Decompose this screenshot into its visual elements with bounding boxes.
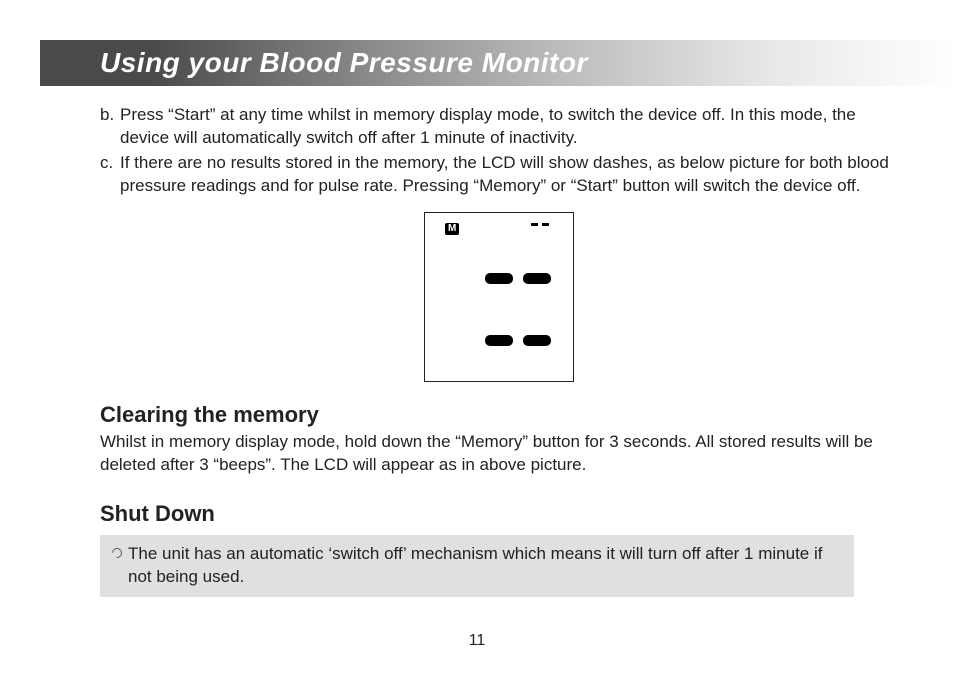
lcd-top-dashes: [531, 223, 549, 226]
list-marker: b.: [100, 104, 120, 150]
header-band: Using your Blood Pressure Monitor: [40, 40, 954, 86]
dash-icon: [485, 273, 513, 284]
dash-icon: [531, 223, 538, 226]
dash-icon: [542, 223, 549, 226]
list-text: Press “Start” at any time whilst in memo…: [120, 104, 898, 150]
section-text-clearing: Whilst in memory display mode, hold down…: [100, 431, 898, 477]
list-item: b. Press “Start” at any time whilst in m…: [100, 104, 898, 150]
section-heading-clearing: Clearing the memory: [100, 400, 898, 430]
page-number: 11: [0, 632, 954, 650]
content-area: b. Press “Start” at any time whilst in m…: [100, 104, 898, 597]
dash-icon: [485, 335, 513, 346]
page-title: Using your Blood Pressure Monitor: [100, 47, 588, 79]
dash-icon: [523, 273, 551, 284]
dash-icon: [523, 335, 551, 346]
list-text: If there are no results stored in the me…: [120, 152, 898, 198]
lcd-diagram: M: [424, 212, 574, 382]
lcd-diagram-wrap: M: [100, 212, 898, 382]
lcd-reading-row: [485, 335, 551, 346]
bullet-icon: [110, 546, 124, 560]
section-heading-shutdown: Shut Down: [100, 499, 898, 529]
shutdown-text: The unit has an automatic ‘switch off’ m…: [128, 543, 844, 589]
list-marker: c.: [100, 152, 120, 198]
shutdown-callout: The unit has an automatic ‘switch off’ m…: [100, 535, 854, 597]
lcd-reading-row: [485, 273, 551, 284]
memory-indicator-icon: M: [445, 223, 459, 235]
list-item: c. If there are no results stored in the…: [100, 152, 898, 198]
